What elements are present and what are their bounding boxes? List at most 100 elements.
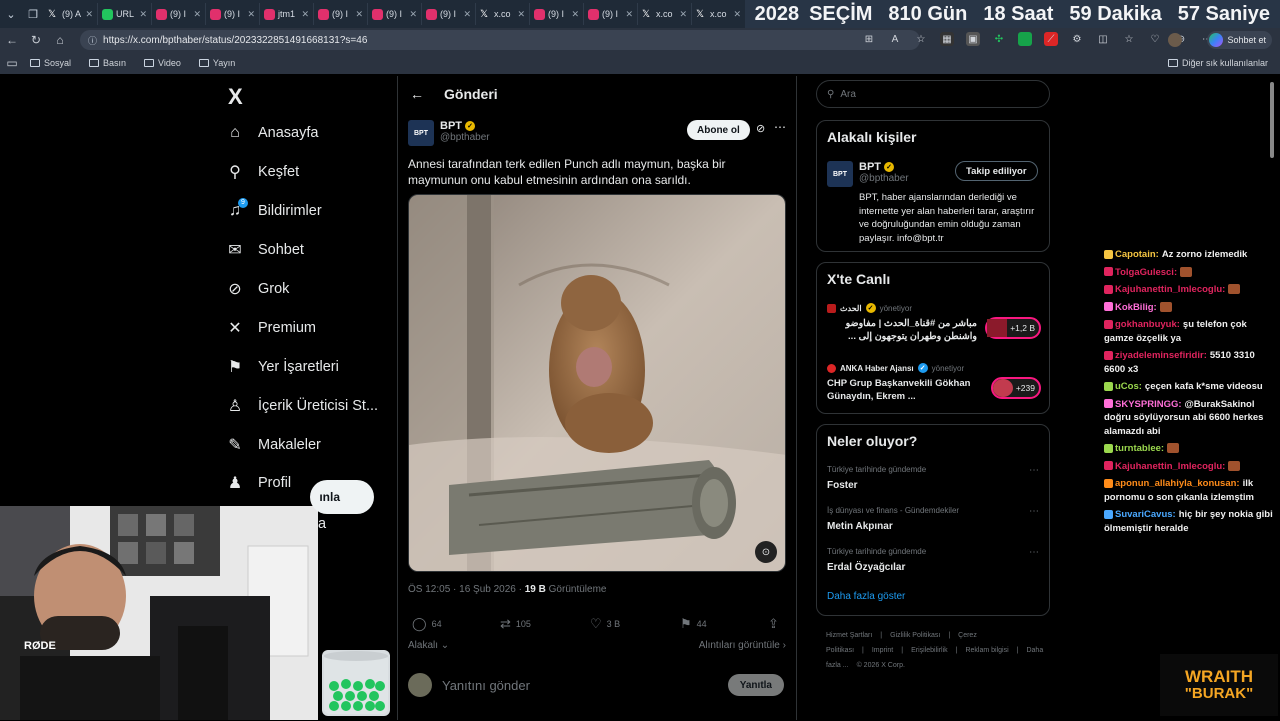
reload-icon[interactable]: ↻ [24, 29, 48, 51]
close-icon[interactable]: ✕ [463, 9, 471, 20]
tab-actions-icon[interactable]: ❐ [22, 3, 44, 25]
more-icon[interactable]: ⋯ [1029, 547, 1039, 558]
trend-item[interactable]: İş dünyası ve finans - Gündemdekiler Met… [827, 506, 1041, 532]
reply-button[interactable]: ◯ 64 [412, 616, 442, 632]
browser-tab[interactable]: jtm1 ✕ [260, 3, 314, 25]
sidebar-item-premium[interactable]: ✕ Premium [226, 319, 316, 337]
split-screen-icon[interactable]: ◫ [1096, 32, 1110, 46]
browser-tab[interactable]: 𝕏x.co ✕ [476, 3, 530, 25]
close-icon[interactable]: ✕ [85, 9, 93, 20]
reply-input[interactable]: Yanıtını gönder [442, 678, 530, 693]
sidebar-item-sohbet[interactable]: ✉ Sohbet [226, 241, 304, 259]
footer-link[interactable]: Hizmet Şartları [826, 632, 872, 639]
view-quotes-link[interactable]: Alıntıları görüntüle › [699, 640, 786, 651]
close-icon[interactable]: ✕ [733, 9, 741, 20]
close-icon[interactable]: ✕ [247, 9, 255, 20]
x-logo[interactable]: X [228, 84, 243, 110]
extension-icon[interactable]: ▦ [940, 32, 954, 46]
avatar[interactable]: BPT [408, 120, 434, 146]
browser-tab[interactable]: 𝕏x.co ✕ [692, 3, 746, 25]
browser-tab[interactable]: (9) I ✕ [422, 3, 476, 25]
sidebar-item-i-çerik-üreticisi-st-[interactable]: ♙ İçerik Üreticisi St... [226, 397, 378, 415]
sidebar-item-keşfet[interactable]: ⚲ Keşfet [226, 163, 299, 181]
browser-tab[interactable]: URL ✕ [98, 3, 152, 25]
post-image[interactable]: ⊙ [408, 194, 786, 572]
footer-link[interactable]: Imprint [872, 647, 893, 654]
subscribe-button[interactable]: Abone ol [687, 120, 750, 140]
footer-link[interactable]: Reklam bilgisi [965, 647, 1008, 654]
more-icon[interactable]: ⋯ [1029, 506, 1039, 517]
avatar[interactable]: BPT [827, 161, 853, 187]
browser-tab[interactable]: 𝕏 (9) A ✕ [44, 3, 98, 25]
sidebar-item-anasayfa[interactable]: ⌂ Anasayfa [226, 124, 318, 142]
person-name[interactable]: BPT [859, 161, 881, 173]
close-icon[interactable]: ✕ [139, 9, 147, 20]
scrollbar-thumb[interactable] [1270, 82, 1274, 158]
extension-icon[interactable]: ⟋ [1044, 32, 1058, 46]
live-item[interactable]: ANKA Haber Ajansı ✓ yönetiyor CHP Grup Baş… [827, 363, 1041, 403]
tab-menu-icon[interactable]: ⌄ [0, 3, 22, 25]
bookmark-folder[interactable]: Sosyal [30, 58, 71, 68]
post-timestamp[interactable]: ÖS 12:05 · 16 Şub 2026 · [408, 584, 525, 595]
sidebar-item-bildirimler[interactable]: ♫ Bildirimler 9 [226, 198, 322, 220]
back-arrow-icon[interactable]: ← [410, 86, 424, 102]
sidebar-item-profil[interactable]: ♟ Profil [226, 474, 291, 492]
close-icon[interactable]: ✕ [409, 9, 417, 20]
following-button[interactable]: Takip ediliyor [955, 161, 1038, 181]
browser-tab[interactable]: (9) I ✕ [530, 3, 584, 25]
read-aloud-icon[interactable]: A [888, 32, 902, 46]
extension-icon[interactable] [1018, 32, 1032, 46]
favorites-icon[interactable]: ☆ [1122, 32, 1136, 46]
avatar[interactable] [1168, 33, 1182, 47]
footer-link[interactable]: © 2026 X Corp. [857, 662, 905, 669]
sidebar-item-yer-i-şaretleri[interactable]: ⚑ Yer İşaretleri [226, 358, 339, 376]
close-icon[interactable]: ✕ [679, 9, 687, 20]
more-options-icon[interactable]: ⋯ [774, 120, 786, 134]
trend-item[interactable]: Türkiye tarihinde gündemde Foster ⋯ [827, 465, 1041, 491]
close-icon[interactable]: ✕ [517, 9, 525, 20]
bookmark-folder[interactable]: Basın [89, 58, 126, 68]
browser-tab[interactable]: (9) I ✕ [206, 3, 260, 25]
author-handle[interactable]: @bpthaber [440, 132, 490, 143]
repost-button[interactable]: ⇄ 105 [500, 616, 531, 632]
app-icon[interactable]: ⊞ [862, 32, 876, 46]
bookmark-button[interactable]: ⚑ 44 [680, 616, 707, 632]
close-icon[interactable]: ✕ [625, 9, 633, 20]
show-more-link[interactable]: Daha fazla göster [827, 591, 905, 602]
footer-link[interactable]: Erişilebilirlik [911, 647, 948, 654]
browser-tab[interactable]: (9) I ✕ [314, 3, 368, 25]
related-sort-dropdown[interactable]: Alakalı ⌄ [408, 640, 449, 651]
reply-submit-button[interactable]: Yanıtla [727, 674, 784, 696]
post-author[interactable]: BPT BPT ✓ @bpthaber [408, 120, 490, 146]
back-icon[interactable]: ← [0, 29, 24, 51]
grok-explain-icon[interactable]: ⊘ [756, 122, 765, 135]
post-button[interactable]: ınla [310, 480, 374, 514]
copilot-chat-button[interactable]: Sohbet et [1207, 31, 1272, 49]
author-name[interactable]: BPT [440, 120, 462, 132]
extensions-puzzle-icon[interactable]: ⚙ [1070, 32, 1084, 46]
address-bar[interactable]: ⓘ https://x.com/bpthaber/status/20233228… [80, 30, 920, 50]
favorite-star-icon[interactable]: ☆ [914, 32, 928, 46]
live-item[interactable]: الحدث ✓ yönetiyor مباشر من #قناة_الحدث | م… [827, 303, 1041, 343]
close-icon[interactable]: ✕ [355, 9, 363, 20]
other-bookmarks[interactable]: Diğer sık kullanılanlar [1167, 58, 1268, 68]
close-icon[interactable]: ✕ [301, 9, 309, 20]
home-button-icon[interactable]: ⌂ [48, 29, 72, 51]
share-button[interactable]: ⇪ [768, 616, 779, 632]
trend-item[interactable]: Türkiye tarihinde gündemde Erdal Özyağcı… [827, 547, 1041, 573]
browser-tab[interactable]: 𝕏x.co ✕ [638, 3, 692, 25]
close-icon[interactable]: ✕ [193, 9, 201, 20]
close-icon[interactable]: ✕ [571, 9, 579, 20]
more-icon[interactable]: ⋯ [1029, 465, 1039, 476]
sidebar-item-makaleler[interactable]: ✎ Makaleler [226, 436, 321, 454]
browser-tab[interactable]: (9) I ✕ [368, 3, 422, 25]
browser-tab[interactable]: (9) I ✕ [584, 3, 638, 25]
like-button[interactable]: ♡ 3 B [590, 616, 620, 632]
grok-image-icon[interactable]: ⊙ [755, 541, 777, 563]
sidebar-item-grok[interactable]: ⊘ Grok [226, 280, 289, 298]
bookmark-folder[interactable]: Yayın [198, 58, 235, 68]
search-input[interactable]: ⚲ Ara [816, 80, 1050, 108]
collections-icon[interactable]: ▭ [0, 52, 24, 74]
extension-icon[interactable]: ▣ [966, 32, 980, 46]
footer-link[interactable]: Gizlilik Politikası [890, 632, 940, 639]
